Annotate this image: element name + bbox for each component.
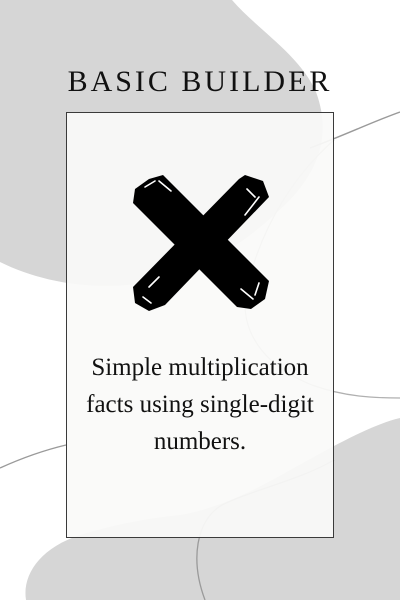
multiplication-x-icon: [133, 175, 269, 311]
page-title: BASIC BUILDER: [67, 65, 333, 98]
decorative-curve-left: [0, 444, 67, 469]
info-card: Simple multiplication facts using single…: [66, 112, 334, 538]
card-description: Simple multiplication facts using single…: [86, 354, 314, 455]
